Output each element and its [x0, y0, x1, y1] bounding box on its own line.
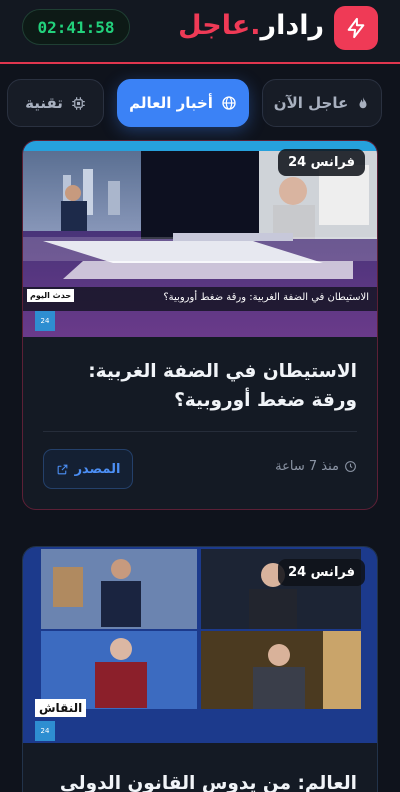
- tab-label: عاجل الآن: [273, 94, 349, 112]
- app-logo[interactable]: [334, 6, 378, 50]
- category-tabs: عاجل الآن أخبار العالم تقنية: [0, 79, 400, 127]
- external-link-icon: [57, 464, 67, 474]
- globe-icon: [222, 96, 236, 110]
- flame-icon: [359, 97, 367, 109]
- brand-title: رادار.عاجل: [178, 10, 324, 41]
- source-badge: فرانس 24: [278, 559, 365, 586]
- app-header: رادار.عاجل 02:41:58: [0, 0, 400, 64]
- tab-tech[interactable]: تقنية: [7, 79, 104, 127]
- source-button-label: المصدر: [74, 461, 121, 477]
- news-headline[interactable]: العالم: من يدوس القانون الدولي ولماذا: [43, 769, 357, 792]
- live-clock: 02:41:58: [22, 9, 130, 45]
- news-card[interactable]: فرانس 24 الاستيطان في الضفة الغربية: ورق…: [22, 140, 378, 510]
- news-thumbnail[interactable]: فرانس 24 الاستيطان في الضفة الغربية: ورق…: [23, 141, 377, 337]
- news-headline[interactable]: الاستيطان في الضفة الغربية: ورقة ضغط أور…: [43, 357, 357, 415]
- source-badge: فرانس 24: [278, 149, 365, 176]
- brand-suffix: .عاجل: [178, 10, 261, 41]
- clock-icon: [345, 461, 356, 472]
- news-thumbnail[interactable]: فرانس 24 النقاش 24: [23, 547, 377, 743]
- tab-breaking-now[interactable]: عاجل الآن: [262, 79, 382, 127]
- channel-logo: 24: [35, 311, 55, 331]
- brand-name: رادار: [260, 10, 325, 41]
- news-card[interactable]: فرانس 24 النقاش 24 العالم: من يدوس القان…: [22, 546, 378, 792]
- card-divider: [43, 431, 357, 432]
- show-label: النقاش: [35, 699, 87, 717]
- tab-label: تقنية: [25, 94, 63, 112]
- timestamp-text: منذ 7 ساعة: [275, 459, 339, 474]
- tab-world-news[interactable]: أخبار العالم: [117, 79, 249, 127]
- chip-icon: [72, 96, 85, 110]
- source-link-button[interactable]: المصدر: [43, 449, 133, 489]
- lightning-icon: [347, 17, 365, 39]
- timestamp: منذ 7 ساعة: [275, 459, 357, 474]
- image-caption: الاستيطان في الضفة الغربية: ورقة ضغط أور…: [23, 287, 377, 311]
- show-label: حدث اليوم: [27, 289, 75, 302]
- channel-logo: 24: [35, 721, 55, 741]
- tab-label: أخبار العالم: [129, 94, 213, 112]
